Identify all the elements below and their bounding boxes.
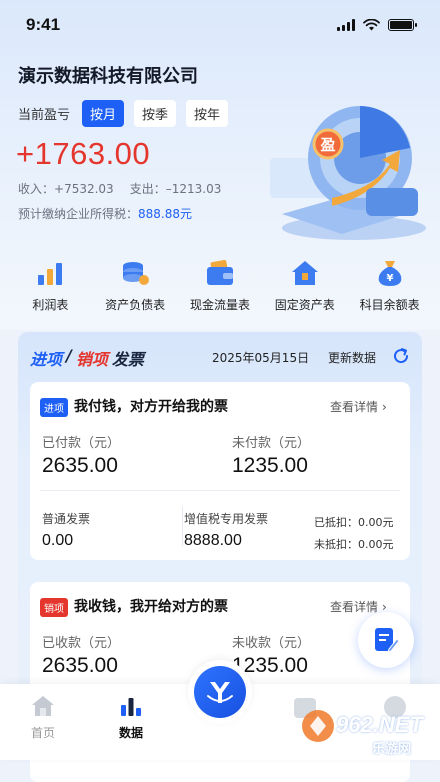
system-icons	[337, 19, 417, 31]
input-detail-link[interactable]: 查看详情 ›	[330, 398, 387, 415]
not-deducted-amount: 未抵扣：0.00元	[314, 538, 394, 551]
tab-label: 数据	[118, 726, 143, 740]
detail-label: 查看详情	[330, 600, 379, 614]
paid-value: 2635.00	[42, 454, 118, 477]
app-logo-icon	[194, 666, 246, 718]
signal-icon	[337, 19, 355, 31]
company-name: 演示数据科技有限公司	[18, 66, 198, 87]
expense-summary: 支出：–1213.03	[130, 180, 222, 197]
input-card-title: 我付钱，对方开给我的票	[74, 399, 228, 415]
vat-invoice-label: 增值税专用发票	[184, 512, 269, 526]
output-tag: 销项	[40, 598, 68, 617]
normal-invoice-label: 普通发票	[42, 512, 91, 526]
profit-illustration: 盈	[270, 106, 426, 240]
battery-icon	[388, 19, 417, 31]
vat-invoice-value: 8888.00	[184, 532, 242, 549]
wallet-icon	[203, 258, 237, 288]
status-time: 9:41	[26, 15, 61, 34]
detail-label: 查看详情	[330, 400, 379, 414]
unreceived-label: 未收款（元）	[232, 636, 311, 651]
quick-link-cash-flow[interactable]: 现金流量表	[182, 258, 258, 322]
period-label: 当前盈亏	[18, 108, 71, 123]
title-separator: /	[66, 346, 72, 365]
quick-link-fixed-assets[interactable]: 固定资产表	[267, 258, 343, 322]
deducted-amount: 已抵扣：0.00元	[314, 516, 394, 529]
income-summary: 收入：+7532.03	[18, 180, 114, 197]
income-expense-row: 收入：+7532.03 支出：–1213.03	[18, 180, 221, 197]
quick-link-account-balance[interactable]: ¥ 科目余额表	[352, 258, 428, 322]
normal-invoice-value: 0.00	[42, 532, 74, 549]
quick-link-profit-statement[interactable]: 利润表	[12, 258, 88, 322]
paid-label: 已付款（元）	[42, 436, 121, 451]
chevron-right-icon: ›	[382, 400, 387, 414]
watermark-subtext: 乐游网	[372, 742, 412, 757]
unpaid-value: 1235.00	[232, 454, 308, 477]
svg-text:¥: ¥	[386, 273, 393, 284]
output-card-title: 我收钱，我开给对方的票	[74, 599, 228, 615]
status-bar: 9:41	[0, 0, 440, 50]
tab-home[interactable]: 首页	[8, 694, 78, 741]
tax-value: 888.88元	[138, 207, 193, 221]
center-action-button[interactable]	[188, 660, 252, 724]
tax-estimate: 预计缴纳企业所得税：888.88元	[18, 205, 192, 222]
expense-value: –1213.03	[165, 182, 222, 196]
quick-link-label: 固定资产表	[274, 298, 335, 312]
house-icon	[288, 258, 322, 288]
profit-badge-text: 盈	[319, 136, 335, 154]
invoice-panel-title: 进项 / 销项 发票	[30, 346, 144, 370]
input-tag: 进项	[40, 398, 68, 417]
divider	[182, 506, 183, 546]
quick-link-balance-sheet[interactable]: 资产负债表	[97, 258, 173, 322]
tab-data[interactable]: 数据	[96, 694, 166, 741]
quick-link-label: 现金流量表	[189, 298, 250, 312]
refresh-icon[interactable]	[391, 346, 411, 366]
quick-links: 利润表 资产负债表 现金流量表 固定资产表 ¥ 科目余额表	[0, 258, 440, 322]
quick-link-label: 利润表	[32, 298, 69, 312]
period-quarter-button[interactable]: 按季	[134, 100, 177, 127]
unpaid-label: 未付款（元）	[232, 436, 311, 451]
tax-label: 预计缴纳企业所得税：	[18, 207, 139, 221]
coin-stack-icon	[118, 258, 152, 288]
period-year-button[interactable]: 按年	[186, 100, 229, 127]
quick-link-label: 科目余额表	[359, 298, 420, 312]
profit-value: +1763.00	[16, 136, 151, 171]
data-icon	[121, 698, 141, 716]
expense-label: 支出：	[129, 182, 166, 196]
title-output-invoice: 销项	[75, 350, 108, 369]
notes-fab-button[interactable]	[358, 612, 414, 668]
title-suffix: 发票	[111, 350, 144, 369]
edit-note-icon	[375, 628, 400, 653]
home-icon	[32, 696, 54, 716]
title-input-invoice: 进项	[30, 350, 63, 369]
income-label: 收入：	[18, 182, 55, 196]
received-value: 2635.00	[42, 654, 118, 677]
watermark-text: 962.NET	[336, 712, 423, 737]
period-month-button[interactable]: 按月	[82, 100, 125, 127]
quick-link-label: 资产负债表	[105, 298, 166, 312]
income-value: +7532.03	[54, 182, 114, 196]
divider	[40, 490, 400, 491]
update-data-link[interactable]: 更新数据	[328, 349, 376, 366]
received-label: 已收款（元）	[42, 636, 121, 651]
input-invoice-card[interactable]: 进项 我付钱，对方开给我的票 查看详情 › 已付款（元） 2635.00 未付款（…	[30, 382, 410, 560]
period-selector: 当前盈亏 按月 按季 按年	[18, 100, 238, 127]
bar-chart-icon	[33, 258, 67, 288]
money-bag-icon: ¥	[373, 258, 407, 288]
wifi-icon	[363, 19, 380, 31]
tab-label: 首页	[30, 726, 55, 740]
invoice-date: 2025年05月15日	[212, 351, 310, 365]
